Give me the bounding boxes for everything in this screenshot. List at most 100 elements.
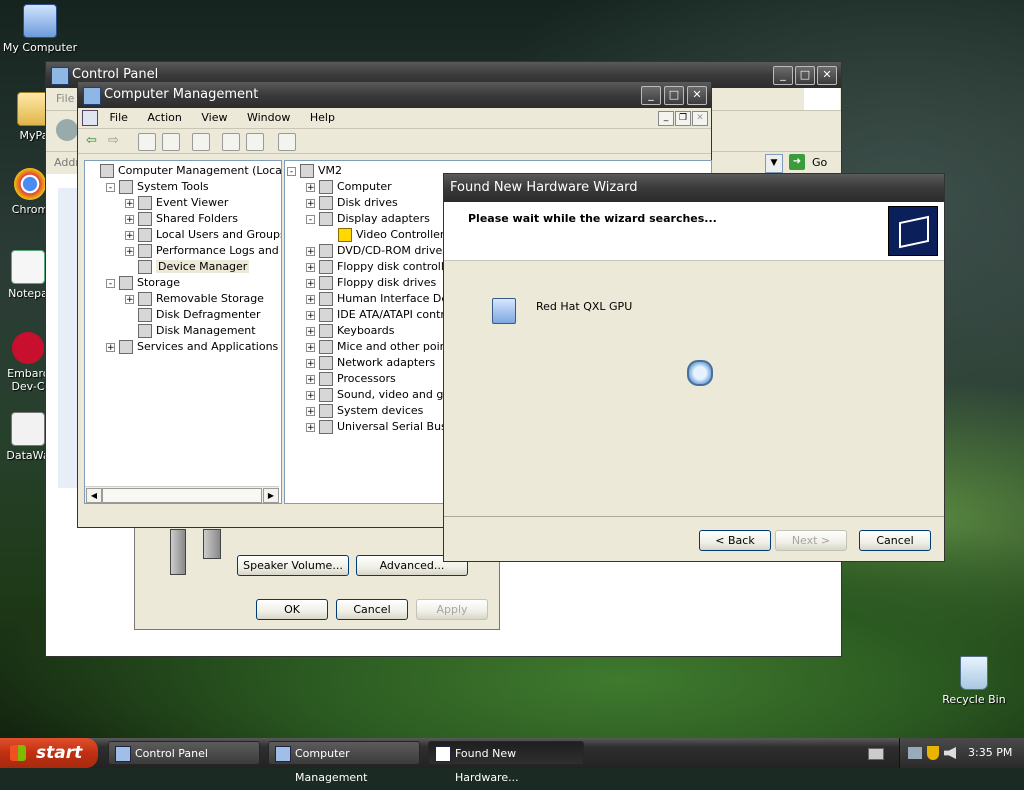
device-category[interactable]: + Floppy disk controllers <box>306 259 461 275</box>
scroll-left-button[interactable]: ◀ <box>86 488 102 503</box>
child-minimize-button[interactable]: _ <box>658 111 674 126</box>
device-category[interactable]: + Disk drives <box>306 195 398 211</box>
device-category[interactable]: + Keyboards <box>306 323 394 339</box>
network-icon[interactable] <box>908 747 922 759</box>
minimize-button[interactable]: _ <box>641 86 661 105</box>
device-category[interactable]: - VM2 <box>287 163 342 179</box>
forward-arrow-icon[interactable]: ⇨ <box>108 133 119 148</box>
apply-button[interactable]: Apply <box>416 599 488 620</box>
keyboard-icon[interactable] <box>868 748 884 760</box>
wizard-titlebar[interactable]: Found New Hardware Wizard <box>444 174 944 202</box>
menu-file[interactable]: File <box>102 111 136 124</box>
collapse-icon[interactable]: - <box>287 166 296 176</box>
collapse-icon[interactable]: - <box>106 182 115 192</box>
close-button[interactable]: ✕ <box>687 86 707 105</box>
computer-management-titlebar[interactable]: Computer Management _ □ ✕ <box>78 82 711 108</box>
expand-icon[interactable]: + <box>306 262 315 272</box>
expand-icon[interactable]: + <box>306 182 315 192</box>
child-restore-button[interactable]: ❐ <box>675 111 691 126</box>
menu-help[interactable]: Help <box>302 111 343 124</box>
collapse-icon[interactable]: - <box>106 278 115 288</box>
desktop-icon-recycle-bin[interactable]: Recycle Bin <box>934 656 1014 706</box>
desktop-icon-my-computer[interactable]: My Computer <box>0 4 80 54</box>
menu-view[interactable]: View <box>193 111 235 124</box>
expand-icon[interactable]: + <box>125 246 134 256</box>
taskbar-button-control-panel[interactable]: Control Panel <box>108 741 260 765</box>
taskbar-button-computer-management[interactable]: Computer Management <box>268 741 420 784</box>
expand-icon[interactable]: + <box>306 406 315 416</box>
device-category[interactable]: + DVD/CD-ROM drives <box>306 243 448 259</box>
properties-icon[interactable] <box>246 133 264 151</box>
expand-icon[interactable]: + <box>306 310 315 320</box>
device-category[interactable]: + Processors <box>306 371 396 387</box>
tree-node[interactable]: + Shared Folders <box>125 211 238 227</box>
expand-icon[interactable]: + <box>306 278 315 288</box>
expand-icon[interactable]: + <box>306 198 315 208</box>
expand-icon[interactable]: + <box>125 294 134 304</box>
cancel-button[interactable]: Cancel <box>336 599 408 620</box>
maximize-button[interactable]: □ <box>664 86 684 105</box>
tree-node[interactable]: + Performance Logs and Alerts <box>125 243 281 259</box>
expand-icon[interactable]: + <box>306 294 315 304</box>
taskbar-button-found-new-hardware[interactable]: Found New Hardware... <box>428 741 584 784</box>
up-folder-icon[interactable] <box>138 133 156 151</box>
cancel-button[interactable]: Cancel <box>859 530 931 551</box>
expand-icon[interactable]: + <box>306 422 315 432</box>
next-button[interactable]: Next > <box>775 530 847 551</box>
menu-window[interactable]: Window <box>239 111 298 124</box>
tree-node[interactable]: Disk Management <box>125 323 256 339</box>
clock[interactable]: 3:35 PM <box>968 738 1012 768</box>
menu-action[interactable]: Action <box>139 111 189 124</box>
tree-node[interactable]: + Local Users and Groups <box>125 227 281 243</box>
maximize-button[interactable]: □ <box>795 66 815 85</box>
tree-node[interactable]: + Event Viewer <box>125 195 228 211</box>
tree-node[interactable]: + Services and Applications <box>106 339 278 355</box>
tree-node[interactable]: Disk Defragmenter <box>125 307 261 323</box>
address-dropdown-icon[interactable]: ▼ <box>765 154 783 173</box>
menu-file[interactable]: File <box>56 92 74 105</box>
scroll-thumb[interactable] <box>102 488 262 503</box>
show-hide-tree-icon[interactable] <box>162 133 180 151</box>
volume-icon[interactable] <box>944 747 956 759</box>
child-close-button[interactable]: ✕ <box>692 111 708 126</box>
expand-icon[interactable]: + <box>125 230 134 240</box>
expand-icon[interactable]: + <box>306 246 315 256</box>
speaker-volume-button[interactable]: Speaker Volume... <box>237 555 349 576</box>
device-category[interactable]: + System devices <box>306 403 423 419</box>
device-category[interactable]: Video Controller <box>325 227 444 243</box>
scroll-right-button[interactable]: ▶ <box>263 488 279 503</box>
minimize-button[interactable]: _ <box>773 66 793 85</box>
back-button[interactable]: < Back <box>699 530 771 551</box>
tree-node[interactable]: Computer Management (Local) <box>87 163 281 179</box>
back-icon[interactable] <box>56 119 78 141</box>
expand-icon[interactable]: + <box>306 390 315 400</box>
tree-node[interactable]: Device Manager <box>125 259 250 275</box>
horizontal-scrollbar[interactable]: ◀ ▶ <box>85 486 279 503</box>
help-icon[interactable] <box>222 133 240 151</box>
ok-button[interactable]: OK <box>256 599 328 620</box>
tree-node[interactable]: - System Tools <box>106 179 209 195</box>
tree-node[interactable]: + Removable Storage <box>125 291 264 307</box>
expand-icon[interactable]: + <box>125 198 134 208</box>
scan-hardware-icon[interactable] <box>278 133 296 151</box>
go-arrow-icon[interactable]: ➜ <box>789 154 805 170</box>
tree-node[interactable]: - Storage <box>106 275 180 291</box>
expand-icon[interactable]: + <box>106 342 115 352</box>
console-tree-pane[interactable]: Computer Management (Local) - System Tools… <box>84 160 282 504</box>
device-category[interactable]: + Computer <box>306 179 392 195</box>
expand-icon[interactable]: + <box>306 326 315 336</box>
start-button[interactable]: start <box>0 738 98 768</box>
expand-icon[interactable]: + <box>306 374 315 384</box>
collapse-icon[interactable]: - <box>306 214 315 224</box>
print-icon[interactable] <box>192 133 210 151</box>
device-category[interactable]: - Display adapters <box>306 211 430 227</box>
close-button[interactable]: ✕ <box>817 66 837 85</box>
security-shield-icon[interactable] <box>927 746 939 760</box>
expand-icon[interactable]: + <box>306 342 315 352</box>
expand-icon[interactable]: + <box>306 358 315 368</box>
back-arrow-icon[interactable]: ⇦ <box>86 133 97 148</box>
expand-icon[interactable]: + <box>125 214 134 224</box>
device-category[interactable]: + Network adapters <box>306 355 435 371</box>
device-category[interactable]: + Floppy disk drives <box>306 275 436 291</box>
go-button[interactable]: Go <box>812 156 827 169</box>
